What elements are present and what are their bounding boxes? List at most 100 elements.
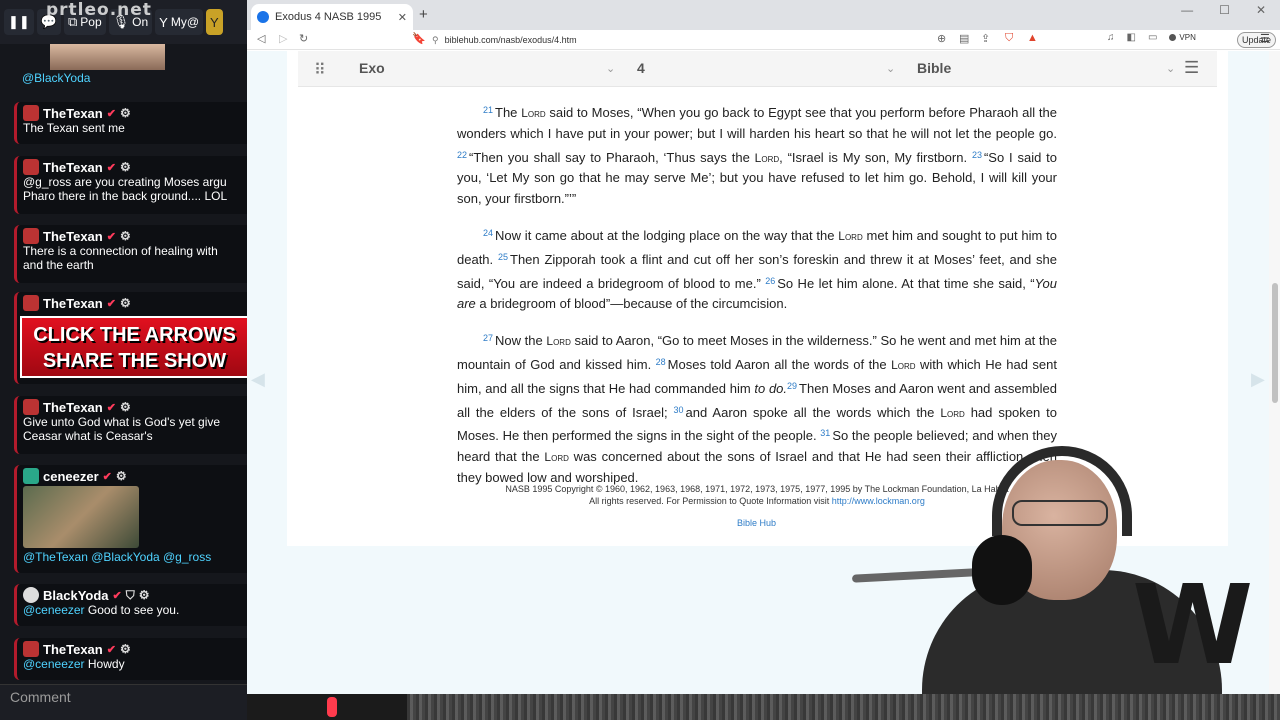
- verse-text: and Aaron spoke all the words which the: [685, 404, 941, 420]
- tab-bar: Exodus 4 NASB 1995 ✕ + — ☐ ✕: [247, 0, 1280, 30]
- grid-menu-icon[interactable]: ⠿: [314, 60, 326, 80]
- next-chapter-icon[interactable]: ▶: [1251, 369, 1265, 390]
- chat-user[interactable]: TheTexan ✔ ⚙: [23, 105, 247, 121]
- message-text: @ceneezer Good to see you.: [23, 603, 247, 617]
- message-body: Howdy: [87, 657, 125, 671]
- address-bar[interactable]: ⚲ biblehub.com/nasb/exodus/4.htm: [432, 31, 962, 49]
- verse-number[interactable]: 25: [498, 252, 508, 262]
- music-icon[interactable]: ♫: [1107, 32, 1115, 43]
- verse-number[interactable]: 29: [787, 381, 797, 391]
- pause-button[interactable]: ❚❚: [4, 9, 34, 35]
- chat-mention-line: @BlackYoda: [14, 66, 247, 90]
- username: TheTexan: [43, 399, 103, 415]
- brave-shield-icon[interactable]: ⛉: [1005, 32, 1013, 45]
- verse-number[interactable]: 30: [674, 405, 684, 415]
- minimize-icon[interactable]: —: [1181, 3, 1193, 17]
- mention[interactable]: @BlackYoda: [22, 71, 90, 85]
- divine-name: Lord: [940, 405, 965, 420]
- my-mentions-button[interactable]: Y My@: [155, 9, 204, 35]
- chevron-down-icon[interactable]: ⌄: [886, 62, 895, 75]
- verse-number[interactable]: 31: [820, 428, 830, 438]
- book-select[interactable]: Exo: [359, 60, 385, 76]
- verse-text: said to Moses, “When you go back to Egyp…: [457, 105, 1057, 141]
- new-tab-icon[interactable]: +: [419, 6, 428, 23]
- version-select[interactable]: Bible: [917, 60, 951, 76]
- maximize-icon[interactable]: ☐: [1219, 3, 1230, 17]
- copyright-text: All rights reserved. For Permission to Q…: [589, 496, 830, 506]
- mention[interactable]: @ceneezer: [23, 657, 85, 671]
- chevron-down-icon[interactable]: ⌄: [606, 62, 615, 75]
- username: ceneezer: [43, 468, 99, 484]
- verse-number[interactable]: 22: [457, 150, 467, 160]
- scrollbar-thumb[interactable]: [1272, 283, 1278, 403]
- vpn-button[interactable]: VPN: [1169, 33, 1196, 42]
- site-info-icon[interactable]: ⚲: [432, 35, 439, 46]
- message-text: Give unto God what is God's yet give: [23, 415, 221, 429]
- bible-navbar: ⠿ Exo ⌄ 4 ⌄ Bible ⌄ ☰: [298, 51, 1217, 87]
- promo-line: SHARE THE SHOW: [42, 350, 227, 372]
- forward-icon[interactable]: ▷: [279, 32, 287, 45]
- verse-number[interactable]: 28: [656, 357, 666, 367]
- comment-input[interactable]: Comment: [0, 684, 247, 720]
- share-icon[interactable]: ⇪: [981, 32, 990, 45]
- shield-icon: ⛉: [125, 587, 135, 602]
- gear-icon[interactable]: ⚙: [120, 160, 131, 174]
- chat-user[interactable]: TheTexan ✔ ⚙: [23, 295, 247, 311]
- browser-toolbar: ◁ ▷ ↻ 🔖 ⚲ biblehub.com/nasb/exodus/4.htm…: [247, 30, 1280, 50]
- verse-number[interactable]: 23: [972, 150, 982, 160]
- chat-message: TheTexan ✔ ⚙ @g_ross are you creating Mose…: [14, 156, 247, 214]
- gear-icon[interactable]: ⚙: [116, 469, 127, 483]
- chat-message: TheTexan ✔ ⚙ There is a connection of heal…: [14, 225, 247, 283]
- gear-icon[interactable]: ⚙: [120, 106, 131, 120]
- reader-icon[interactable]: ▤: [959, 32, 969, 45]
- gear-icon[interactable]: ⚙: [120, 296, 131, 310]
- reload-icon[interactable]: ↻: [299, 32, 308, 45]
- chapter-select[interactable]: 4: [637, 60, 645, 76]
- vpn-label: VPN: [1179, 33, 1196, 42]
- avatar: [23, 228, 39, 244]
- verse-text: , “Israel is My son, My firstborn.: [779, 149, 972, 165]
- verse-text: Now it came about at the lodging place o…: [495, 227, 839, 243]
- filter-button[interactable]: Y: [206, 9, 223, 35]
- hamburger-icon[interactable]: ☰: [1184, 58, 1199, 78]
- verse-number[interactable]: 26: [765, 276, 775, 286]
- chat-user[interactable]: TheTexan ✔ ⚙: [23, 228, 247, 244]
- gear-icon[interactable]: ⚙: [120, 400, 131, 414]
- wallet-icon[interactable]: ▭: [1148, 32, 1157, 43]
- back-icon[interactable]: ◁: [257, 32, 265, 45]
- chat-user[interactable]: TheTexan ✔ ⚙: [23, 399, 247, 415]
- bookmark-icon[interactable]: 🔖: [412, 32, 426, 45]
- biblehub-link[interactable]: Bible Hub: [737, 518, 776, 528]
- update-button[interactable]: Update: [1237, 32, 1277, 48]
- avatar: [23, 587, 39, 603]
- zoom-icon[interactable]: ⊕: [937, 32, 946, 45]
- divine-name: Lord: [521, 106, 546, 120]
- close-window-icon[interactable]: ✕: [1256, 3, 1266, 17]
- chat-user[interactable]: TheTexan ✔ ⚙: [23, 159, 247, 175]
- message-text: @ceneezer Howdy: [23, 657, 247, 671]
- gear-icon[interactable]: ⚙: [120, 642, 131, 656]
- close-icon[interactable]: ✕: [398, 11, 407, 24]
- webcam-overlay: W: [852, 440, 1280, 694]
- chat-image-thumbnail[interactable]: [23, 486, 139, 548]
- rewards-icon[interactable]: ▲: [1027, 32, 1038, 44]
- sidebar-icon[interactable]: ◧: [1127, 32, 1136, 43]
- verse-text: “Then you shall say to Pharaoh, ‘Thus sa…: [469, 149, 755, 165]
- verse-number[interactable]: 21: [483, 105, 493, 115]
- verified-icon: ✔: [106, 643, 116, 656]
- verse-text: Moses told Aaron all the words of the: [667, 356, 892, 372]
- chat-user[interactable]: ceneezer ✔ ⚙: [23, 468, 247, 484]
- gear-icon[interactable]: ⚙: [139, 588, 150, 602]
- verse-number[interactable]: 27: [483, 333, 493, 343]
- divine-name: Lord: [544, 450, 569, 465]
- mention[interactable]: @ceneezer: [23, 603, 85, 617]
- menu-icon[interactable]: ☰: [1260, 32, 1270, 45]
- chat-user[interactable]: TheTexan ✔ ⚙: [23, 641, 247, 657]
- gear-icon[interactable]: ⚙: [120, 229, 131, 243]
- chevron-down-icon[interactable]: ⌄: [1166, 62, 1175, 75]
- chat-user[interactable]: BlackYoda ✔ ⛉ ⚙: [23, 587, 247, 603]
- chat-message: BlackYoda ✔ ⛉ ⚙ @ceneezer Good to see you.: [14, 584, 247, 626]
- prev-chapter-icon[interactable]: ◀: [251, 369, 265, 390]
- verse-number[interactable]: 24: [483, 228, 493, 238]
- browser-tab[interactable]: Exodus 4 NASB 1995 ✕: [251, 4, 413, 30]
